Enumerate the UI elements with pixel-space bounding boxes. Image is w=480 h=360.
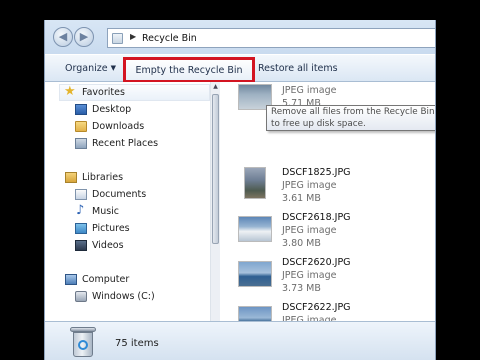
nav-favorites-label: Favorites (82, 87, 125, 98)
desktop-icon (75, 104, 87, 115)
file-thumbnail (238, 306, 272, 321)
file-thumbnail (244, 167, 266, 199)
nav-videos-label: Videos (92, 240, 124, 251)
computer-icon (65, 274, 77, 285)
recent-places-icon (75, 138, 87, 149)
organize-label: Organize (65, 63, 108, 74)
empty-recycle-bin-tooltip: Remove all files from the Recycle Bin to… (266, 105, 435, 131)
nav-music-label: Music (92, 206, 120, 217)
back-arrow-icon[interactable]: ◀ (53, 27, 73, 47)
file-thumbnail (238, 261, 272, 287)
breadcrumb-recycle-bin[interactable]: Recycle Bin (142, 33, 197, 44)
downloads-folder-icon (75, 121, 87, 132)
list-item[interactable]: DSCF2620.JPG JPEG image 3.73 MB (238, 257, 428, 301)
list-item[interactable]: DSCF2618.JPG JPEG image 3.80 MB (238, 212, 428, 256)
restore-all-items-button[interactable]: Restore all items (258, 55, 338, 82)
nav-desktop-label: Desktop (92, 104, 132, 115)
navigation-pane: Favorites Desktop Downloads Recent Place… (45, 82, 210, 321)
file-size: 3.61 MB (282, 193, 321, 204)
explorer-window: ◀ ▶ ▶ Recycle Bin Organize ▼ Empty the Re… (44, 20, 436, 360)
documents-icon (75, 189, 87, 200)
forward-arrow-icon[interactable]: ▶ (74, 27, 94, 47)
file-type: JPEG image (282, 225, 337, 236)
drive-icon (75, 291, 87, 302)
nav-downloads-label: Downloads (92, 121, 145, 132)
video-frame: ◀ ▶ ▶ Recycle Bin Organize ▼ Empty the Re… (0, 0, 480, 360)
videos-icon (75, 240, 87, 251)
file-type: JPEG image (282, 270, 337, 281)
item-count: 75 items (115, 338, 159, 349)
nav-pane-scrollbar[interactable]: ▲ (210, 82, 220, 321)
list-item[interactable]: DSCF2622.JPG JPEG image (238, 302, 428, 321)
file-name: DSCF2618.JPG (282, 212, 351, 223)
organize-menu-button[interactable]: Organize ▼ (65, 55, 116, 82)
nav-computer-label: Computer (82, 274, 130, 285)
nav-documents-label: Documents (92, 189, 147, 200)
file-size: 3.73 MB (282, 283, 321, 294)
file-name: DSCF2620.JPG (282, 257, 351, 268)
star-icon (64, 84, 77, 100)
tooltip-line-2: to free up disk space. (271, 118, 366, 129)
address-bar-area: ◀ ▶ ▶ Recycle Bin (45, 20, 435, 54)
file-thumbnail (238, 216, 272, 242)
scrollbar-thumb[interactable] (212, 94, 219, 244)
recycle-bin-icon (70, 327, 96, 357)
address-bar[interactable]: ▶ Recycle Bin (107, 28, 435, 48)
command-bar: Organize ▼ Empty the Recycle Bin Restore … (45, 54, 435, 83)
libraries-icon (65, 172, 77, 183)
file-type: JPEG image (282, 85, 337, 96)
file-type: JPEG image (282, 180, 337, 191)
nav-libraries-label: Libraries (82, 172, 124, 183)
recycle-bin-small-icon (112, 33, 123, 44)
empty-recycle-bin-button[interactable]: Empty the Recycle Bin (123, 57, 255, 83)
scroll-up-arrow-icon[interactable]: ▲ (211, 82, 220, 92)
nav-windows-c-label: Windows (C:) (92, 291, 155, 302)
chevron-down-icon: ▼ (110, 64, 116, 72)
music-icon (75, 203, 87, 219)
details-pane: 75 items (45, 321, 435, 360)
file-name: DSCF2622.JPG (282, 302, 351, 313)
file-size: 3.80 MB (282, 238, 321, 249)
list-item[interactable]: DSCF1825.JPG JPEG image 3.61 MB (238, 167, 428, 211)
nav-pictures-label: Pictures (92, 223, 130, 234)
pictures-icon (75, 223, 87, 234)
tooltip-line-1: Remove all files from the Recycle Bin (271, 107, 435, 117)
nav-recent-places-label: Recent Places (92, 138, 159, 149)
breadcrumb-arrow-icon[interactable]: ▶ (130, 32, 136, 41)
file-name: DSCF1825.JPG (282, 167, 351, 178)
